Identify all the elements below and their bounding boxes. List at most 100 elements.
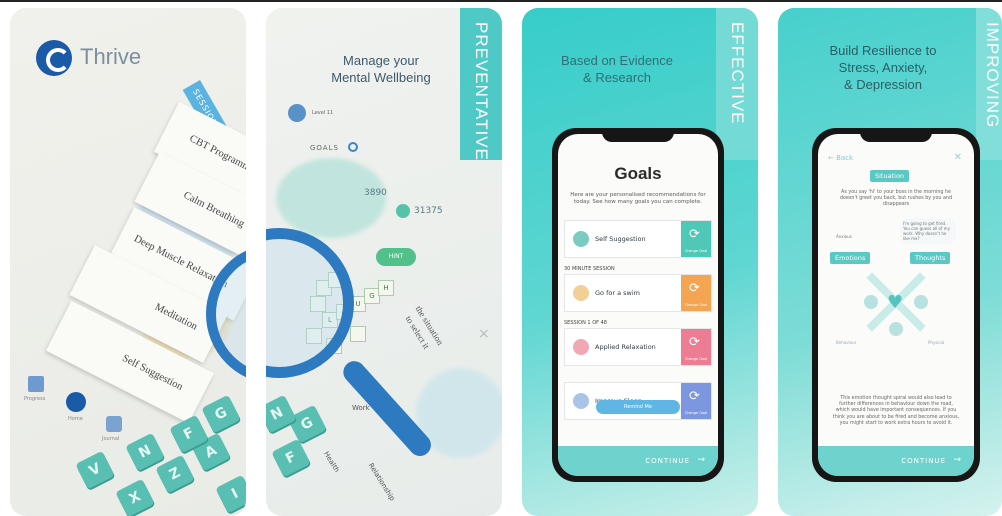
headline: Manage your Mental Wellbeing <box>306 52 456 86</box>
thoughts-tag[interactable]: Thoughts <box>910 252 951 264</box>
nav-label-journal: Journal <box>102 436 120 442</box>
arrow-right-icon: → <box>697 455 706 465</box>
refresh-icon: ⟳ <box>689 335 700 350</box>
change-goal-label: Change Goal <box>684 411 708 415</box>
journal-icon[interactable] <box>106 416 122 432</box>
puzzle-cell[interactable]: H <box>378 280 394 296</box>
sleep-icon <box>573 393 589 409</box>
home-icon[interactable] <box>66 392 86 412</box>
relaxation-icon <box>573 339 589 355</box>
goal-name: Self Suggestion <box>595 235 646 243</box>
keyboard-key[interactable]: G <box>201 394 241 434</box>
physical-label: Physical <box>928 340 945 345</box>
top-border <box>0 0 1002 2</box>
heart-icon: ♥ <box>887 292 904 313</box>
session-card-label: Meditation <box>152 301 199 333</box>
goals-subtitle: Here are your personalised recommendatio… <box>570 192 706 205</box>
headline-line: Mental Wellbeing <box>331 70 431 85</box>
change-goal-label: Change Goal <box>684 357 708 361</box>
headline-line: Stress, Anxiety, <box>838 60 928 75</box>
situation-tag: Situation <box>870 170 910 182</box>
refresh-icon: ⟳ <box>689 281 700 296</box>
coin-icon <box>396 204 410 218</box>
goal-card[interactable]: Go for a swim ⟳ Change Goal <box>564 274 712 312</box>
continue-label: CONTINUE <box>901 457 946 465</box>
emotions-tag[interactable]: Emotions <box>830 252 871 264</box>
arrow-right-icon: → <box>953 455 962 465</box>
keyboard-key[interactable]: F <box>271 438 311 478</box>
change-goal-label: Change Goal <box>684 249 708 253</box>
refresh-icon: ⟳ <box>689 227 700 242</box>
score-coins: 3890 <box>364 188 387 198</box>
score-points: 31375 <box>414 206 443 216</box>
avatar[interactable] <box>288 104 306 122</box>
improving-label: IMPROVING <box>983 22 1002 129</box>
phone-notch <box>602 128 674 142</box>
close-icon[interactable]: ✕ <box>954 152 962 163</box>
situation-screen: ← Back ✕ Situation As you say 'hi' to yo… <box>818 134 974 476</box>
headline-line: & Research <box>583 70 651 85</box>
remind-me-button[interactable]: Remind Me <box>596 400 680 414</box>
continue-button[interactable]: CONTINUE → <box>558 446 718 476</box>
gear-icon[interactable] <box>348 142 358 152</box>
continue-label: CONTINUE <box>645 457 690 465</box>
swim-icon <box>573 285 589 301</box>
goal-card[interactable]: Self Suggestion ⟳ Change Goal <box>564 220 712 258</box>
body-text: This emotion thought spiral would also l… <box>832 396 960 426</box>
level-label: Level 11 <box>312 110 334 116</box>
headphones-icon <box>573 231 589 247</box>
phone-frame: Goals Here are your personalised recomme… <box>552 128 724 482</box>
goals-tab[interactable]: GOALS <box>310 144 339 152</box>
change-goal-button[interactable]: ⟳ Change Goal <box>681 329 711 365</box>
keyboard-key[interactable]: Z <box>155 454 195 494</box>
preventative-label: PREVENTATIVE <box>472 22 491 161</box>
change-goal-button[interactable]: ⟳ Change Goal <box>681 221 711 257</box>
keyboard-key[interactable]: V <box>75 450 115 490</box>
continue-button[interactable]: CONTINUE → <box>818 446 974 476</box>
headline: Based on Evidence & Research <box>542 52 692 86</box>
goal-session-label: 30 MINUTE SESSION <box>564 266 615 272</box>
brand-name: Thrive <box>80 44 142 69</box>
thrive-logo-mark <box>46 48 70 72</box>
keyboard-key[interactable]: G <box>287 404 327 444</box>
category-tag[interactable]: Health <box>322 450 341 474</box>
nav-label-home: Home <box>68 416 83 422</box>
change-goal-button[interactable]: ⟳ Change Goal <box>681 383 711 419</box>
headline-line: Build Resilience to <box>829 43 937 58</box>
session-card-label: Calm Breathing <box>181 189 246 230</box>
panel-improving: Build Resilience to Stress, Anxiety, & D… <box>778 8 1002 516</box>
session-card-label: Self Suggestion <box>120 352 185 393</box>
magnifier-lens <box>266 228 354 378</box>
category-tag[interactable]: Work <box>352 404 370 412</box>
refresh-icon: ⟳ <box>689 389 700 404</box>
behaviour-label: Behaviour <box>836 340 857 345</box>
goal-card[interactable]: Applied Relaxation ⟳ Change Goal <box>564 328 712 366</box>
situation-text: As you say 'hi' to your boss in the morn… <box>840 190 952 208</box>
person-icon <box>864 295 878 309</box>
headline: Build Resilience to Stress, Anxiety, & D… <box>808 42 958 93</box>
back-button[interactable]: ← Back <box>828 154 853 162</box>
hint-button[interactable]: HINT <box>376 248 416 266</box>
puzzle-cell <box>350 326 366 342</box>
headline-line: Based on Evidence <box>560 53 674 68</box>
keyboard-key[interactable]: I <box>215 474 246 514</box>
close-icon[interactable]: × <box>478 326 490 342</box>
keyboard-key[interactable]: X <box>115 478 155 516</box>
back-label: Back <box>836 154 854 162</box>
panel-effective: Based on Evidence & Research EFFECTIVE G… <box>522 8 758 516</box>
panel-preventative: Manage your Mental Wellbeing PREVENTATIV… <box>266 8 502 516</box>
nav-label-progress: Progress <box>24 396 46 402</box>
headline-line: & Depression <box>843 77 923 92</box>
watercolor-splash <box>276 158 386 238</box>
phone-notch <box>860 128 932 142</box>
cloud-icon <box>914 295 928 309</box>
goal-name: Applied Relaxation <box>595 343 656 351</box>
panel-thrive-sessions: Thrive SESSIONS CBT Programme Calm Breat… <box>10 8 246 516</box>
change-goal-button[interactable]: ⟳ Change Goal <box>681 275 711 311</box>
category-tag[interactable]: Relationship <box>367 462 397 503</box>
headline-line: Manage your <box>343 53 419 68</box>
change-goal-label: Change Goal <box>684 303 708 307</box>
goals-title: Goals <box>614 164 662 183</box>
progress-icon[interactable] <box>28 376 44 392</box>
thought-bubble: I'm going to get fired. You can guess al… <box>900 218 956 244</box>
